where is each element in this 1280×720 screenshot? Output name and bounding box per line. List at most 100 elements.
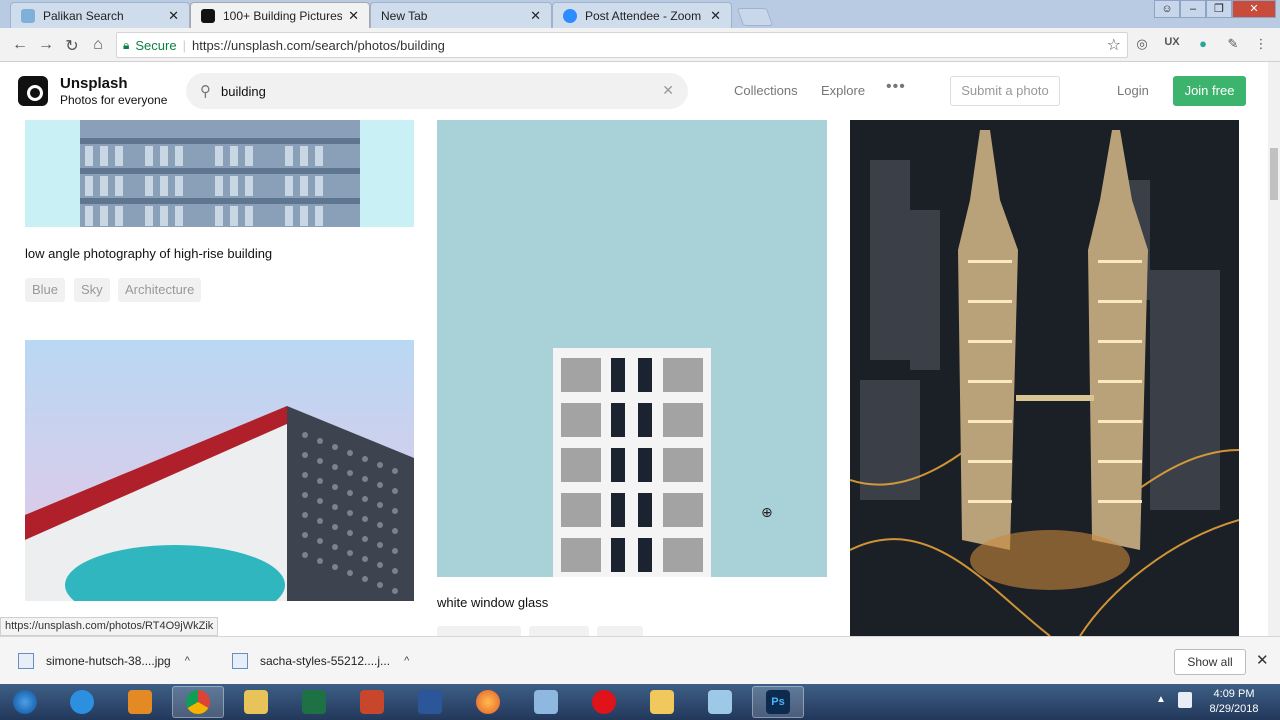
home-icon[interactable]: ⌂ <box>89 36 107 54</box>
download-item[interactable]: simone-hutsch-38....jpg ^ <box>18 647 190 675</box>
minimize-button[interactable]: – <box>1180 0 1206 18</box>
photo-modern-building[interactable] <box>25 340 414 601</box>
word-icon <box>418 690 442 714</box>
taskbar-word[interactable] <box>404 686 456 718</box>
tab-zoom[interactable]: Post Attendee - Zoom ✕ <box>552 2 732 28</box>
globe-icon <box>21 8 35 23</box>
photo-petronas-towers[interactable] <box>850 120 1239 636</box>
address-bar[interactable]: 🔒︎ Secure | https://unsplash.com/search/… <box>116 32 1128 58</box>
app-icon <box>708 690 732 714</box>
opera-icon <box>592 690 616 714</box>
tag-chip[interactable] <box>437 626 521 636</box>
clock-date: 8/29/2018 <box>1209 703 1259 715</box>
folder-icon <box>244 690 268 714</box>
tab-title: 100+ Building Pictures & Images <box>223 8 343 23</box>
site-header: Unsplash Photos for everyone ⚲ ✕ Collect… <box>0 62 1268 120</box>
internet-explorer-icon <box>70 690 94 714</box>
taskbar-media[interactable] <box>114 686 166 718</box>
camera-icon <box>201 8 215 23</box>
tag-chip[interactable]: Sky <box>74 278 110 302</box>
taskbar-explorer[interactable] <box>230 686 282 718</box>
windows-taskbar: Ps ▲ 4:09 PM 8/29/2018 <box>0 684 1280 720</box>
taskbar-powerpoint[interactable] <box>346 686 398 718</box>
maximize-button[interactable]: ❐ <box>1206 0 1232 18</box>
join-free-button[interactable]: Join free <box>1173 76 1246 106</box>
tab-close-icon[interactable]: ✕ <box>530 8 541 24</box>
tab-close-icon[interactable]: ✕ <box>168 8 179 24</box>
tab-close-icon[interactable]: ✕ <box>710 8 721 24</box>
submit-photo-button[interactable]: Submit a photo <box>950 76 1060 106</box>
clear-search-icon[interactable]: ✕ <box>662 82 674 99</box>
bookmark-star-icon[interactable]: ☆ <box>1107 35 1121 55</box>
zoom-cursor-icon: ⊕ <box>761 504 773 520</box>
profile-icon[interactable]: ☺ <box>1154 0 1180 18</box>
tag-chip[interactable]: Architecture <box>118 278 202 302</box>
photo-grid: low angle photography of high-rise build… <box>0 120 1268 636</box>
close-downloads-icon[interactable]: ✕ <box>1256 651 1269 669</box>
browser-toolbar: ← → ↻ ⌂ 🔒︎ Secure | https://unsplash.com… <box>0 28 1280 62</box>
tab-new-tab[interactable]: New Tab ✕ <box>370 2 552 28</box>
nav-collections[interactable]: Collections <box>734 83 798 98</box>
taskbar-chrome[interactable] <box>172 686 224 718</box>
chevron-up-icon[interactable]: ^ <box>185 655 190 667</box>
reload-icon[interactable]: ↻ <box>63 36 81 56</box>
forward-icon[interactable]: → <box>37 36 55 54</box>
tag-chip[interactable] <box>529 626 589 636</box>
taskbar-photoshop[interactable]: Ps <box>752 686 804 718</box>
tab-unsplash[interactable]: 100+ Building Pictures & Images ✕ <box>190 2 370 28</box>
taskbar-app[interactable] <box>694 686 746 718</box>
chrome-icon <box>186 690 210 714</box>
photo-caption: white window glass <box>437 595 549 610</box>
firefox-icon <box>476 690 500 714</box>
nav-explore[interactable]: Explore <box>821 83 865 98</box>
tab-title: Palikan Search <box>43 8 124 23</box>
new-tab-button[interactable] <box>736 8 774 26</box>
start-button[interactable] <box>0 686 50 718</box>
taskbar-folder[interactable] <box>636 686 688 718</box>
brand-tagline: Photos for everyone <box>60 93 168 107</box>
photo-modern-building-image <box>25 406 414 601</box>
photo-highrise[interactable] <box>25 120 414 227</box>
back-icon[interactable]: ← <box>11 36 29 54</box>
menu-icon[interactable]: ⋮ <box>1252 36 1270 52</box>
battery-icon[interactable] <box>1178 692 1192 708</box>
download-filename: sacha-styles-55212....j... <box>260 654 391 668</box>
search-input[interactable] <box>221 83 641 99</box>
taskbar-opera[interactable] <box>578 686 630 718</box>
show-all-button[interactable]: Show all <box>1174 649 1246 675</box>
windows-logo-icon <box>13 690 37 714</box>
close-window-button[interactable]: ✕ <box>1232 0 1276 18</box>
tab-title: Post Attendee - Zoom <box>585 8 702 23</box>
separator: | <box>182 37 186 53</box>
url-text[interactable]: https://unsplash.com/search/photos/build… <box>192 38 445 53</box>
status-url: https://unsplash.com/photos/RT4O9jWkZik <box>0 617 219 636</box>
taskbar-paint[interactable] <box>520 686 572 718</box>
brand-name[interactable]: Unsplash <box>60 75 128 92</box>
photo-white-window[interactable]: ⊕ <box>437 120 827 577</box>
tray-arrow-icon[interactable]: ▲ <box>1156 694 1166 705</box>
tag-chip[interactable] <box>597 626 643 636</box>
page-scrollbar[interactable] <box>1268 62 1280 636</box>
login-link[interactable]: Login <box>1117 83 1149 98</box>
download-item[interactable]: sacha-styles-55212....j... ^ <box>232 647 409 675</box>
tab-close-icon[interactable]: ✕ <box>348 8 359 24</box>
taskbar-ie[interactable] <box>56 686 108 718</box>
more-menu-icon[interactable]: ••• <box>886 78 906 96</box>
camera-extension-icon[interactable]: ◎ <box>1133 36 1151 52</box>
scrollbar-thumb[interactable] <box>1270 148 1278 200</box>
search-bar: ⚲ ✕ <box>186 73 688 109</box>
powerpoint-icon <box>360 690 384 714</box>
clock[interactable]: 4:09 PM 8/29/2018 <box>1196 687 1272 717</box>
globe-extension-icon[interactable]: ● <box>1194 36 1212 51</box>
pen-extension-icon[interactable]: ✎ <box>1224 36 1242 52</box>
unsplash-logo-icon[interactable] <box>18 76 48 106</box>
download-bar: simone-hutsch-38....jpg ^ sacha-styles-5… <box>0 636 1280 684</box>
secure-label: Secure <box>135 37 177 53</box>
tag-chip[interactable]: Blue <box>25 278 66 302</box>
ux-extension-icon[interactable]: UX <box>1163 36 1181 48</box>
taskbar-excel[interactable] <box>288 686 340 718</box>
tab-palikan-search[interactable]: Palikan Search ✕ <box>10 2 190 28</box>
taskbar-firefox[interactable] <box>462 686 514 718</box>
excel-icon <box>302 690 326 714</box>
chevron-up-icon[interactable]: ^ <box>404 655 409 667</box>
